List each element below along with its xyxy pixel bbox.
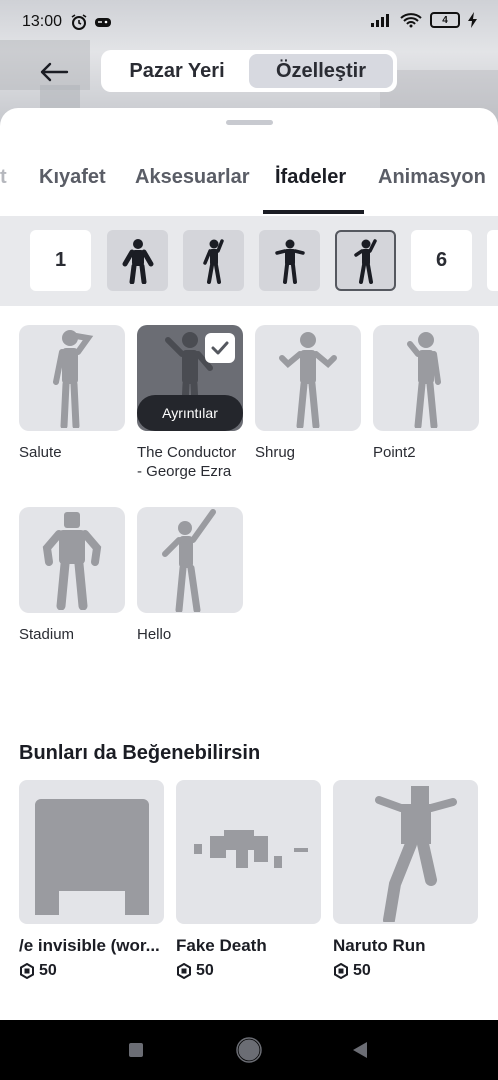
emote-slot-7-partial[interactable] [487,230,498,291]
recommendations-title: Bunları da Beğenebilirsin [19,742,261,764]
slot-number: 1 [54,249,67,271]
details-button[interactable]: Ayrıntılar [137,395,243,431]
mode-switcher: Pazar Yeri Özelleştir [101,50,397,92]
emote-thumbnail [137,507,243,613]
wifi-icon [400,13,422,28]
recommendation-card[interactable]: /e invisible (wor... 50 [19,780,164,980]
emote-slot-5-selected[interactable] [335,230,396,291]
recommendation-thumbnail [176,780,321,924]
recommendation-thumbnail [333,780,478,924]
emote-slot-4[interactable] [259,230,320,291]
alarm-icon [71,14,87,30]
emote-slot-6[interactable]: 6 [411,230,472,291]
emote-thumbnail [19,325,125,431]
recommendation-name: /e invisible (wor... [19,936,160,955]
checkmark-icon [211,341,229,355]
status-bar: 13:00 4 [0,0,498,44]
signal-icon [371,14,389,27]
tab-partial[interactable]: t [0,166,7,189]
system-nav-bar [0,1020,498,1080]
recommendation-card[interactable]: Naruto Run 50 [333,780,478,980]
price-value: 50 [353,962,371,979]
slot-number: 6 [435,249,448,271]
emote-thumbnail [255,325,361,431]
robux-icon [20,963,34,979]
emote-name: Shrug [255,444,296,461]
avatar-figure [407,332,441,428]
back-button[interactable] [34,56,74,88]
status-time: 13:00 [22,13,63,30]
recommendation-price: 50 [333,962,478,980]
robux-icon [177,963,191,979]
emote-card-the-conductor[interactable]: Ayrıntılar The Conductor - George Ezra [137,325,243,481]
avatar-figure [279,332,337,428]
emote-name: The Conductor - George Ezra [137,444,237,480]
robux-icon [334,963,348,979]
recommendation-card[interactable]: Fake Death 50 [176,780,321,980]
item-image [34,799,149,915]
emote-card-stadium[interactable]: Stadium [19,507,125,644]
charging-icon [468,12,477,28]
active-tab-indicator [263,210,364,214]
home-button[interactable] [236,1037,262,1068]
recommendation-name: Naruto Run [333,936,426,955]
avatar-figure [53,330,94,428]
recommendation-price: 50 [176,962,321,980]
emote-slot-3[interactable] [183,230,244,291]
emote-figure-icon [274,239,305,284]
recommendation-thumbnail [19,780,164,924]
item-image [374,786,457,922]
equipped-checkbox[interactable] [205,333,235,363]
emote-figure-icon [353,238,377,284]
price-value: 50 [39,962,57,979]
price-value: 50 [196,962,214,979]
emote-thumbnail [19,507,125,613]
emote-name: Salute [19,444,62,461]
emote-name: Point2 [373,444,416,461]
emote-card-hello[interactable]: Hello [137,507,243,644]
arrow-left-icon [40,62,69,82]
recommendation-price: 50 [19,962,164,980]
drag-handle[interactable] [226,120,273,125]
battery-icon: 4 [430,12,460,28]
emote-name: Hello [137,626,172,643]
avatar-figure [42,512,102,610]
item-image [193,830,308,868]
customize-sheet: t Kıyafet Aksesuarlar İfadeler Animasyon… [0,108,498,1020]
emote-card-salute[interactable]: Salute [19,325,125,462]
back-nav-button[interactable] [352,1041,368,1064]
emote-card-shrug[interactable]: Shrug [255,325,361,462]
recommendation-name: Fake Death [176,936,267,955]
game-controller-icon [95,18,112,27]
tab-animation[interactable]: Animasyon [378,166,486,189]
emote-slot-2[interactable] [107,230,168,291]
emote-slots: 1 6 [0,216,498,306]
emote-card-point2[interactable]: Point2 [373,325,479,462]
square-icon [129,1043,143,1057]
emote-figure-icon [202,238,224,284]
emote-thumbnail [373,325,479,431]
segment-customize[interactable]: Özelleştir [249,54,393,88]
triangle-back-icon [353,1042,367,1058]
emote-figure-icon [122,238,153,284]
category-tabs: t Kıyafet Aksesuarlar İfadeler Animasyon [0,154,498,216]
tab-emotes[interactable]: İfadeler [275,166,346,189]
tab-clothing[interactable]: Kıyafet [39,166,106,189]
avatar-figure [162,509,216,612]
tab-accessories[interactable]: Aksesuarlar [135,166,250,189]
recents-button[interactable] [128,1042,144,1063]
battery-level: 4 [442,14,448,26]
circle-icon [236,1037,262,1063]
segment-marketplace[interactable]: Pazar Yeri [105,54,249,88]
emote-name: Stadium [19,626,75,643]
emote-thumbnail: Ayrıntılar [137,325,243,431]
emote-slot-1[interactable]: 1 [30,230,91,291]
